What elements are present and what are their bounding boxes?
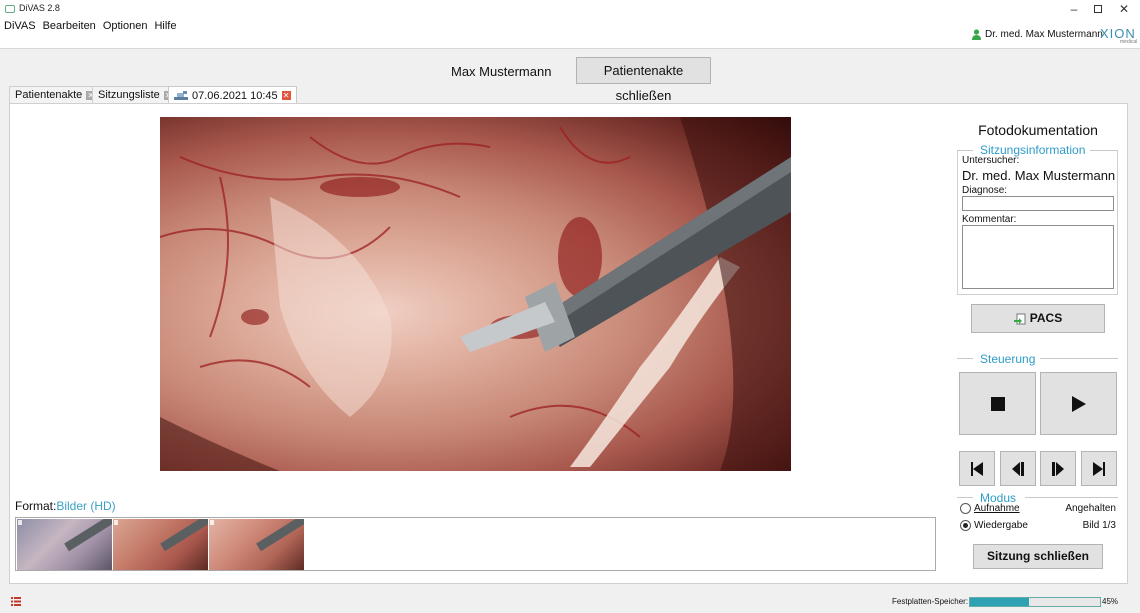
mode-state: Angehalten xyxy=(1065,503,1116,514)
pacs-button[interactable]: PACS xyxy=(971,304,1105,333)
app-icon xyxy=(5,5,15,13)
skip-last-icon xyxy=(1093,461,1105,476)
step-back-icon xyxy=(1012,461,1024,476)
control-heading: Steuerung xyxy=(975,352,1041,366)
storage-progress-bar xyxy=(969,597,1101,607)
menu-bar: DiVAS Bearbeiten Optionen Hilfe xyxy=(3,20,177,32)
play-button[interactable] xyxy=(1040,372,1117,435)
tab-patientenakte[interactable]: Patientenakte ✕ xyxy=(9,86,102,103)
step-forward-button[interactable] xyxy=(1040,451,1076,486)
storage-label: Festplatten-Speicher: xyxy=(892,597,969,606)
patient-name: Max Mustermann xyxy=(451,64,552,79)
menu-optionen[interactable]: Optionen xyxy=(102,20,149,32)
group-border xyxy=(957,150,973,151)
thumbnail-2[interactable] xyxy=(113,519,208,570)
comment-label: Kommentar: xyxy=(962,214,1017,225)
group-border xyxy=(957,497,973,498)
close-record-button[interactable]: Patientenakte schließen xyxy=(576,57,711,103)
play-icon xyxy=(1071,395,1086,412)
thumbnail-marker xyxy=(18,520,22,525)
skip-first-button[interactable] xyxy=(959,451,995,486)
stop-button[interactable] xyxy=(959,372,1036,435)
skip-last-button[interactable] xyxy=(1081,451,1117,486)
window-title: DiVAS 2.8 xyxy=(19,3,60,13)
group-border xyxy=(957,358,973,359)
maximize-icon xyxy=(1094,4,1102,13)
image-counter: Bild 1/3 xyxy=(1082,520,1116,531)
thumbnail-1[interactable] xyxy=(17,519,112,570)
record-label[interactable]: Aufnahme xyxy=(974,503,1020,514)
thumbnail-3[interactable] xyxy=(209,519,304,570)
pacs-icon xyxy=(1013,313,1026,325)
group-border xyxy=(1025,497,1118,498)
maximize-button[interactable] xyxy=(1086,0,1110,18)
tab-label: 07.06.2021 10:45 xyxy=(192,89,278,102)
close-window-button[interactable]: ✕ xyxy=(1112,0,1136,18)
thumbnail-instrument xyxy=(256,519,304,552)
storage-progress-fill xyxy=(970,598,1029,606)
format-label: Format: xyxy=(15,499,57,513)
pacs-label: PACS xyxy=(1029,311,1063,325)
record-radio[interactable] xyxy=(960,503,971,514)
playback-label[interactable]: Wiedergabe xyxy=(974,520,1028,531)
thumbnail-marker xyxy=(114,520,118,525)
brand-logo: XION medical xyxy=(1100,26,1138,45)
tab-label: Patientenakte xyxy=(15,89,83,101)
endoscopy-image xyxy=(160,117,791,471)
user-icon xyxy=(972,29,981,40)
tab-label: Sitzungsliste xyxy=(98,89,160,101)
list-icon[interactable] xyxy=(11,597,21,606)
playback-radio[interactable] xyxy=(960,520,971,531)
thumbnail-instrument xyxy=(64,519,112,552)
stop-icon xyxy=(990,396,1005,411)
format-row: Format:Bilder (HD) xyxy=(15,499,116,513)
skip-first-icon xyxy=(971,461,983,476)
examiner-value: Dr. med. Max Mustermann xyxy=(962,168,1116,183)
user-name: Dr. med. Max Mustermann xyxy=(985,29,1103,40)
group-border xyxy=(1038,358,1118,359)
diagnosis-field[interactable] xyxy=(962,196,1114,211)
examiner-label: Untersucher: xyxy=(962,155,1020,166)
brand-logo-subtext: medical xyxy=(1120,39,1138,45)
format-value[interactable]: Bilder (HD) xyxy=(56,499,115,513)
session-icon xyxy=(174,90,188,100)
panel-title: Fotodokumentation xyxy=(978,122,1098,138)
tab-sitzungsliste[interactable]: Sitzungsliste ✕ xyxy=(92,86,179,103)
tab-session[interactable]: 07.06.2021 10:45 ✕ xyxy=(168,86,297,104)
storage-percent: 45% xyxy=(1102,597,1119,606)
step-back-button[interactable] xyxy=(1000,451,1036,486)
thumbnail-marker xyxy=(210,520,214,525)
tab-close-icon[interactable]: ✕ xyxy=(281,91,291,100)
step-forward-icon xyxy=(1052,461,1064,476)
title-bar xyxy=(0,0,1140,18)
diagnosis-label: Diagnose: xyxy=(962,185,1008,196)
menu-hilfe[interactable]: Hilfe xyxy=(153,20,177,32)
end-session-button[interactable]: Sitzung schließen xyxy=(973,544,1103,569)
menu-bearbeiten[interactable]: Bearbeiten xyxy=(42,20,97,32)
menu-divas[interactable]: DiVAS xyxy=(3,20,37,32)
minimize-button[interactable]: – xyxy=(1062,0,1086,18)
comment-field[interactable] xyxy=(962,225,1114,289)
thumbnail-instrument xyxy=(160,519,208,552)
